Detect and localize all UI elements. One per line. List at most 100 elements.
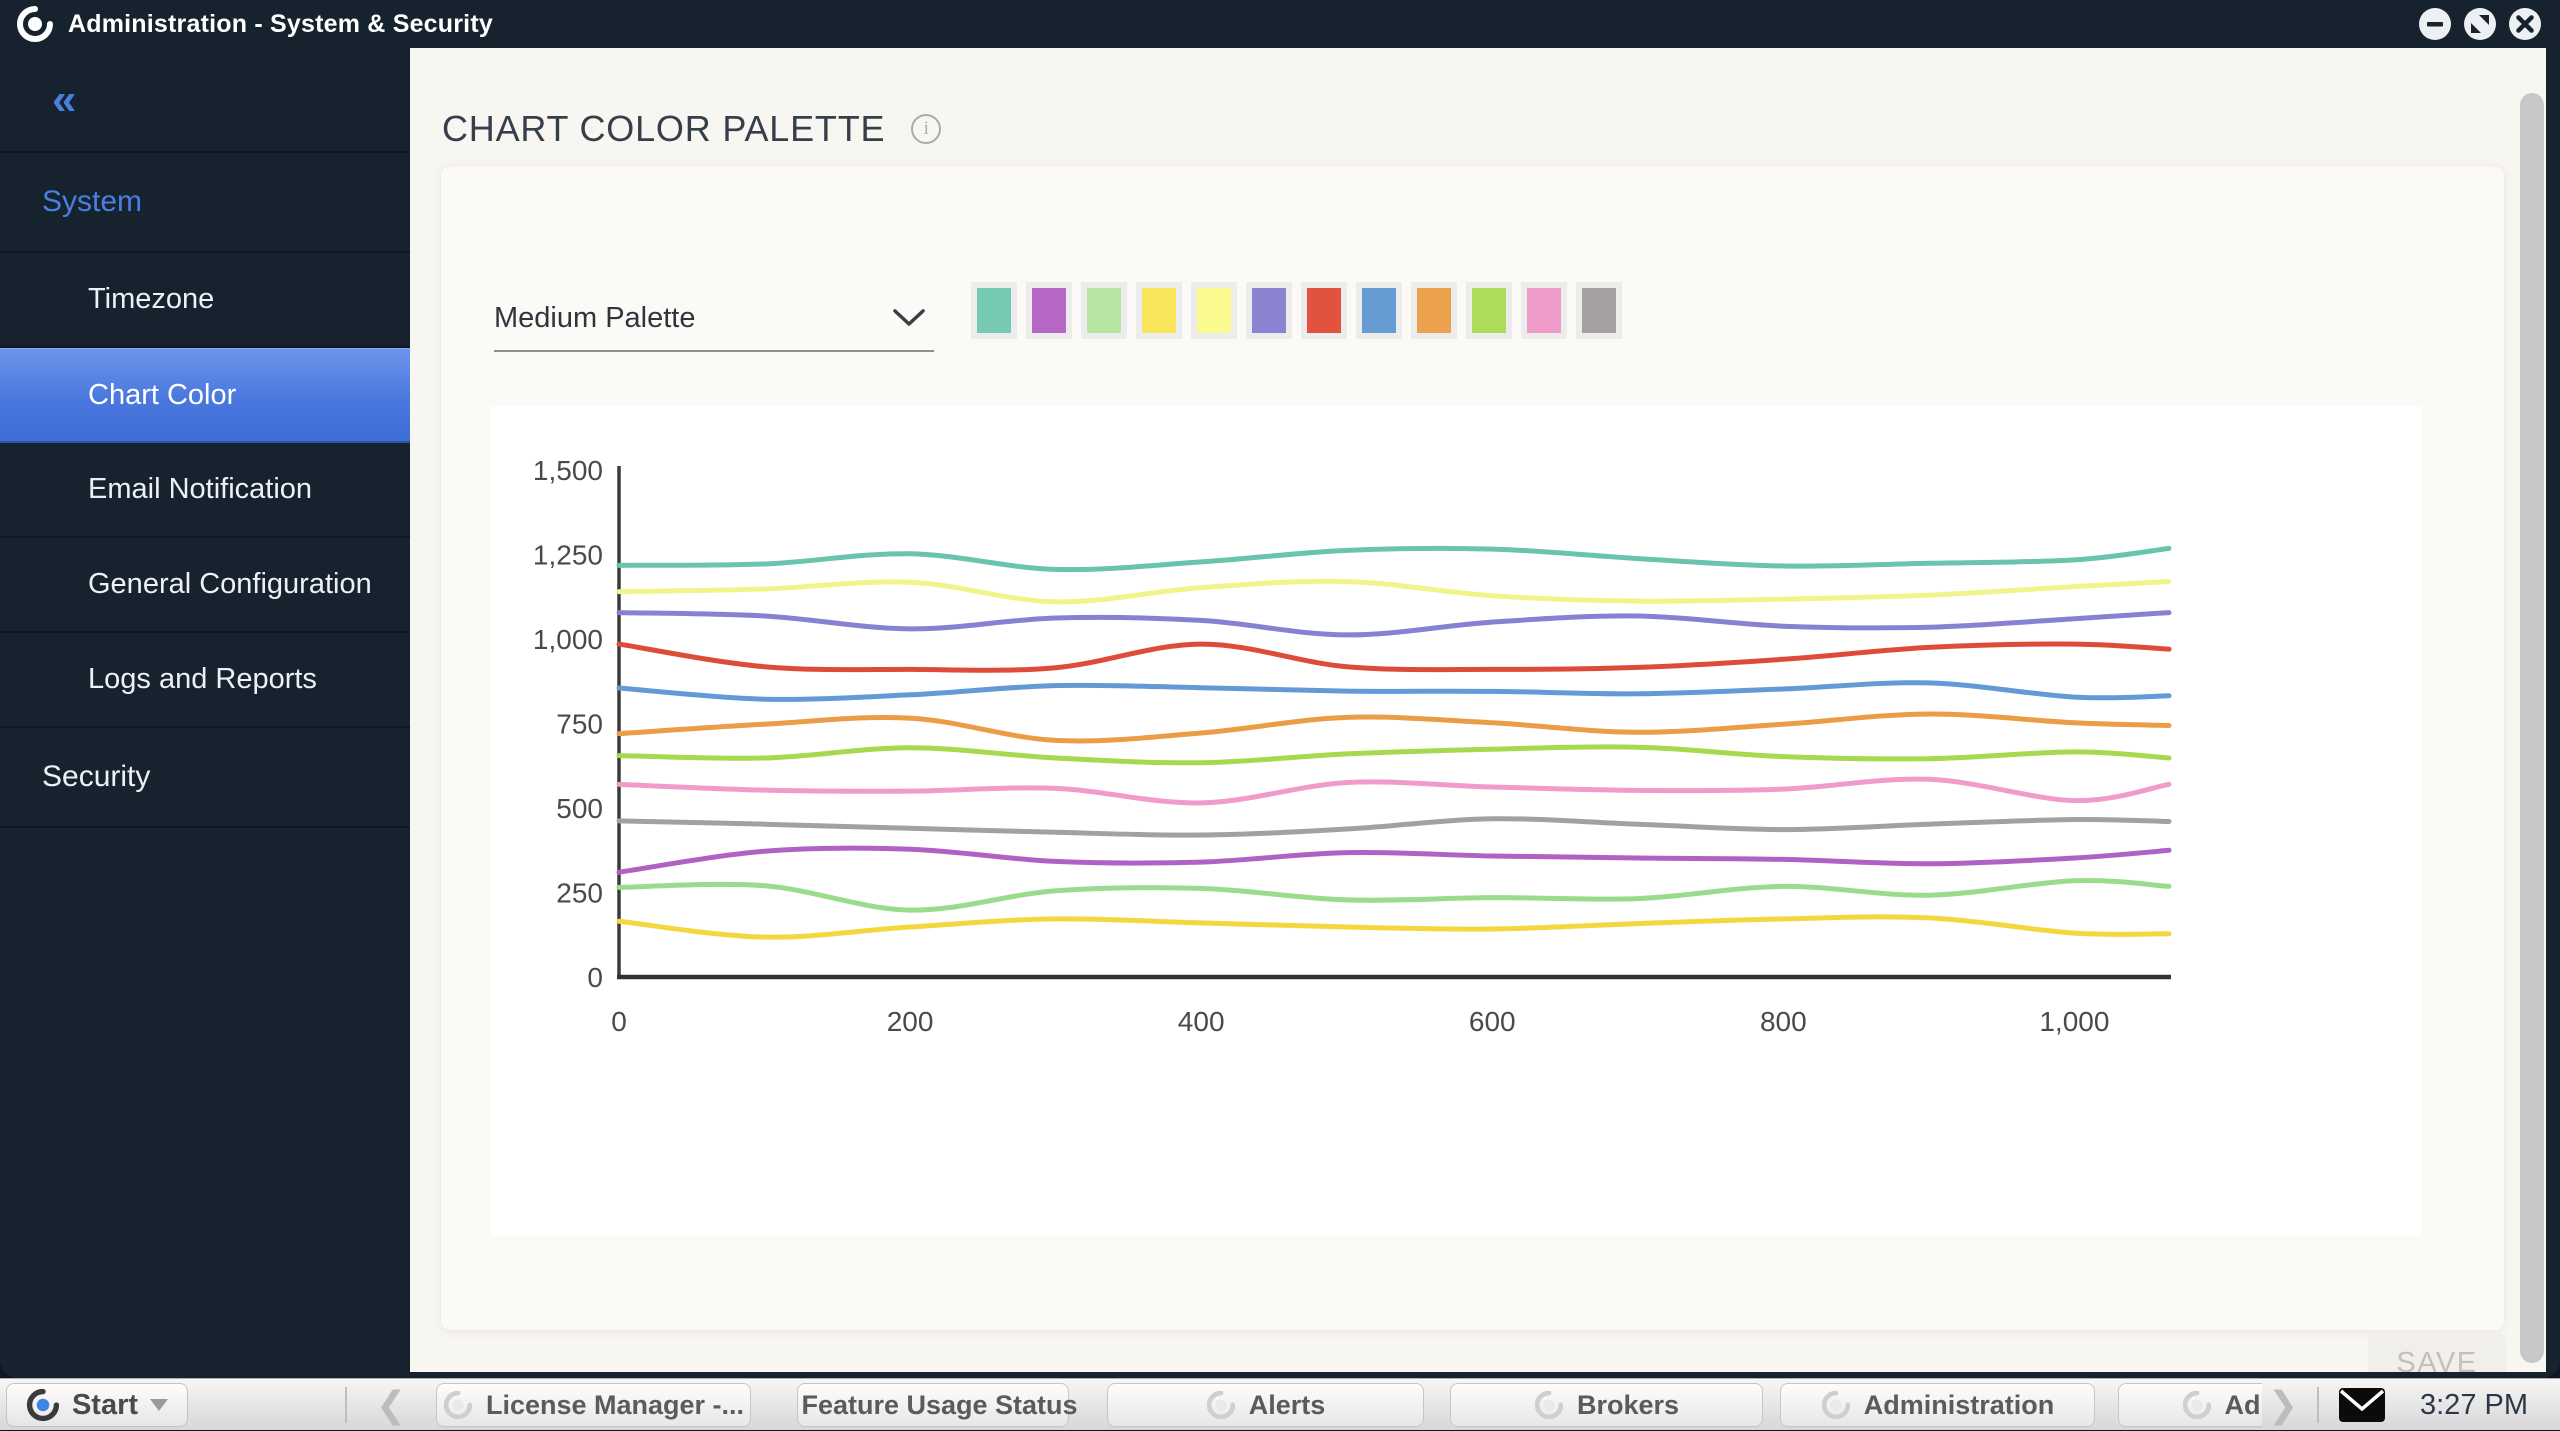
palette-swatch-2[interactable] xyxy=(1081,282,1127,339)
line-chart: 02505007501,0001,2501,50002004006008001,… xyxy=(491,406,2421,1236)
swatch-color xyxy=(1362,288,1396,333)
taskbar-window-buttons: License Manager -... Feature Usage Status… xyxy=(420,1379,2262,1431)
sidebar-nav: System Timezone Chart Color Email Notificat… xyxy=(0,153,410,828)
save-button[interactable]: SAVE xyxy=(2368,1333,2506,1372)
task-logo-icon xyxy=(1206,1390,1236,1420)
sidebar-item-label: General Configuration xyxy=(88,568,372,601)
swatch-color xyxy=(1142,288,1176,333)
sidebar-item-general-configuration[interactable]: General Configuration xyxy=(0,538,410,633)
mail-icon[interactable] xyxy=(2338,1387,2386,1423)
task-button-feature-usage-status[interactable]: Feature Usage Status xyxy=(797,1383,1069,1427)
palette-select-value: Medium Palette xyxy=(494,302,696,335)
taskbar: Start ❮ License Manager -... Feature Usag… xyxy=(0,1378,2560,1430)
palette-select[interactable]: Medium Palette xyxy=(494,286,934,352)
svg-text:1,000: 1,000 xyxy=(2039,1006,2109,1037)
palette-swatch-9[interactable] xyxy=(1466,282,1512,339)
maximize-button[interactable] xyxy=(2463,7,2497,41)
chart-line-light-green xyxy=(619,880,2169,910)
window-controls xyxy=(2418,7,2542,41)
titlebar: Administration - System & Security xyxy=(0,0,2560,48)
taskbar-divider xyxy=(345,1387,347,1423)
chart-line-red xyxy=(619,644,2169,670)
chart-line-teal xyxy=(619,548,2169,569)
task-button-administration[interactable]: Administration xyxy=(1780,1383,2095,1427)
taskbar-next-button[interactable]: ❯ xyxy=(2268,1383,2298,1427)
svg-text:1,250: 1,250 xyxy=(533,540,603,571)
start-caret-icon xyxy=(150,1399,168,1411)
task-button-alerts[interactable]: Alerts xyxy=(1107,1383,1424,1427)
sidebar-collapse-button[interactable]: « xyxy=(52,80,76,120)
palette-swatch-3[interactable] xyxy=(1136,282,1182,339)
swatch-color xyxy=(1252,288,1286,333)
svg-text:250: 250 xyxy=(556,878,603,909)
window-title: Administration - System & Security xyxy=(68,10,493,39)
task-button-license-manager[interactable]: License Manager -... xyxy=(436,1383,751,1427)
task-button-label: Administration xyxy=(1864,1390,2055,1421)
svg-text:1,000: 1,000 xyxy=(533,624,603,655)
task-logo-icon xyxy=(1821,1390,1851,1420)
sidebar-item-label: Security xyxy=(42,760,150,794)
chart-line-orange xyxy=(619,714,2169,741)
palette-swatch-5[interactable] xyxy=(1246,282,1292,339)
sidebar-item-label: Logs and Reports xyxy=(88,663,317,696)
swatch-color xyxy=(1307,288,1341,333)
swatch-color xyxy=(977,288,1011,333)
palette-swatch-7[interactable] xyxy=(1356,282,1402,339)
main-content: CHART COLOR PALETTE i Medium Palette 025… xyxy=(410,48,2546,1372)
svg-text:750: 750 xyxy=(556,709,603,740)
task-button-adm[interactable]: Adm xyxy=(2118,1383,2262,1427)
start-logo-icon xyxy=(26,1388,60,1422)
sidebar-item-security[interactable]: Security xyxy=(0,728,410,828)
close-button[interactable] xyxy=(2508,7,2542,41)
sidebar-item-timezone[interactable]: Timezone xyxy=(0,253,410,348)
swatch-color xyxy=(1472,288,1506,333)
chart-color-card: Medium Palette 0 250 500 750 1,000 1,250 1,500… xyxy=(440,165,2505,1331)
task-button-label: Feature Usage Status xyxy=(801,1390,1077,1421)
svg-text:1,500: 1,500 xyxy=(533,455,603,486)
sidebar-item-label: Chart Color xyxy=(88,379,236,412)
chart-line-pink xyxy=(619,779,2169,803)
svg-text:0: 0 xyxy=(587,962,603,993)
chart-line-gray xyxy=(619,819,2169,835)
svg-text:200: 200 xyxy=(887,1006,934,1037)
palette-swatch-8[interactable] xyxy=(1411,282,1457,339)
svg-text:500: 500 xyxy=(556,793,603,824)
swatch-color xyxy=(1527,288,1561,333)
palette-swatch-4[interactable] xyxy=(1191,282,1237,339)
task-logo-icon xyxy=(1534,1390,1564,1420)
swatch-color xyxy=(1582,288,1616,333)
task-logo-icon xyxy=(443,1390,473,1420)
chart-line-violet xyxy=(619,613,2169,635)
sidebar-item-chart-color[interactable]: Chart Color xyxy=(0,348,410,443)
palette-swatch-1[interactable] xyxy=(1026,282,1072,339)
info-icon[interactable]: i xyxy=(911,114,941,144)
svg-text:800: 800 xyxy=(1760,1006,1807,1037)
swatch-color xyxy=(1087,288,1121,333)
swatch-color xyxy=(1197,288,1231,333)
start-button[interactable]: Start xyxy=(6,1383,188,1427)
sidebar-item-label: Timezone xyxy=(88,283,214,316)
palette-swatch-11[interactable] xyxy=(1576,282,1622,339)
app-logo-icon xyxy=(16,5,54,43)
chart-line-yellow xyxy=(619,917,2169,937)
start-label: Start xyxy=(72,1389,138,1422)
palette-swatch-6[interactable] xyxy=(1301,282,1347,339)
task-button-brokers[interactable]: Brokers xyxy=(1450,1383,1763,1427)
minimize-button[interactable] xyxy=(2418,7,2452,41)
chart-line-pale-yellow xyxy=(619,581,2169,602)
scrollbar-thumb[interactable] xyxy=(2520,93,2544,1363)
palette-swatch-0[interactable] xyxy=(971,282,1017,339)
swatch-color xyxy=(1417,288,1451,333)
scrollbar xyxy=(2518,48,2546,1372)
task-logo-icon xyxy=(2182,1390,2212,1420)
chart-line-blue xyxy=(619,683,2169,700)
palette-swatch-10[interactable] xyxy=(1521,282,1567,339)
sidebar-item-email-notification[interactable]: Email Notification xyxy=(0,443,410,538)
chevron-down-icon xyxy=(892,308,926,328)
taskbar-prev-button[interactable]: ❮ xyxy=(376,1383,406,1427)
svg-text:0: 0 xyxy=(611,1006,627,1037)
sidebar-collapse-row: « xyxy=(0,48,410,153)
sidebar-item-logs-and-reports[interactable]: Logs and Reports xyxy=(0,633,410,728)
palette-swatches xyxy=(971,282,1622,339)
sidebar-item-system[interactable]: System xyxy=(0,153,410,253)
